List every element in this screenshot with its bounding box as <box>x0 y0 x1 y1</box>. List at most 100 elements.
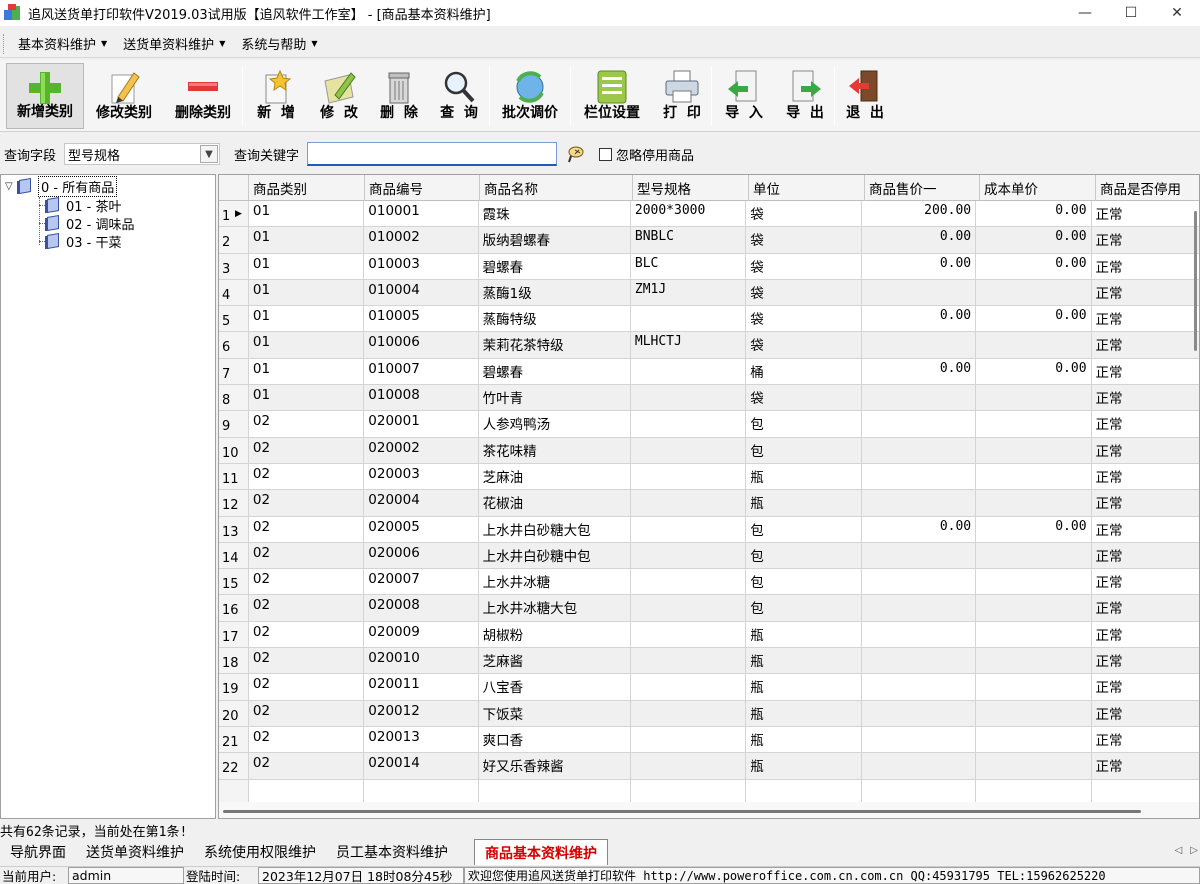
table-cell[interactable] <box>976 542 1092 569</box>
table-cell[interactable]: 正常 <box>1092 727 1199 752</box>
table-cell[interactable]: 包 <box>746 437 862 463</box>
table-cell[interactable]: 霞珠 <box>479 201 631 227</box>
table-cell[interactable] <box>631 490 747 516</box>
scroll-thumb[interactable] <box>1194 211 1197 351</box>
table-cell[interactable]: BLC <box>631 253 747 279</box>
table-row[interactable]: 3 01 010003 碧螺春 BLC 袋 0.00 0.00 正常 <box>219 253 1199 280</box>
table-cell[interactable]: BNBLC <box>631 227 747 253</box>
table-cell[interactable]: 02 <box>249 516 365 542</box>
table-cell[interactable]: 碧螺春 <box>479 358 631 385</box>
table-cell[interactable]: 0.00 <box>862 253 977 279</box>
table-cell[interactable] <box>976 463 1092 490</box>
table-row[interactable]: 19 02 020011 八宝香 瓶 正常 <box>219 674 1199 701</box>
row-number[interactable]: 20 <box>219 700 249 726</box>
table-cell[interactable]: 010008 <box>364 385 479 411</box>
column-header[interactable]: 商品名称 <box>480 175 633 201</box>
table-cell[interactable] <box>862 332 977 358</box>
table-cell[interactable]: 版纳碧螺春 <box>479 227 631 253</box>
table-cell[interactable]: 蒸酶1级 <box>479 279 631 306</box>
table-cell[interactable]: 正常 <box>1092 569 1199 594</box>
edit-category-button[interactable]: 修改类别 <box>84 63 164 129</box>
table-cell[interactable]: 上水井白砂糖中包 <box>479 542 631 569</box>
maximize-button[interactable]: ☐ <box>1108 0 1154 26</box>
query-button[interactable]: 查 询 <box>429 63 489 129</box>
table-cell[interactable]: 01 <box>249 306 365 332</box>
table-cell[interactable]: 袋 <box>746 279 862 306</box>
table-cell[interactable] <box>862 490 977 516</box>
table-row[interactable]: 16 02 020008 上水井冰糖大包 包 正常 <box>219 595 1199 622</box>
table-cell[interactable] <box>631 463 747 490</box>
column-header[interactable]: 商品类别 <box>249 175 365 201</box>
table-cell[interactable]: 01 <box>249 201 365 227</box>
table-cell[interactable]: 瓶 <box>746 753 862 779</box>
table-cell[interactable]: 02 <box>249 411 365 437</box>
table-cell[interactable] <box>862 674 977 700</box>
table-cell[interactable]: 020009 <box>364 621 479 648</box>
table-cell[interactable] <box>976 753 1092 779</box>
table-row[interactable]: 20 02 020012 下饭菜 瓶 正常 <box>219 700 1199 727</box>
table-cell[interactable] <box>976 726 1092 753</box>
table-cell[interactable]: 袋 <box>746 306 862 332</box>
row-number[interactable]: 6 <box>219 332 249 358</box>
minimize-button[interactable]: — <box>1062 0 1108 26</box>
table-cell[interactable]: 01 <box>249 385 365 411</box>
table-cell[interactable]: 芝麻酱 <box>479 648 631 674</box>
table-cell[interactable] <box>862 648 977 674</box>
ignore-disabled-checkbox[interactable] <box>599 147 613 161</box>
table-cell[interactable]: 020012 <box>364 700 479 726</box>
table-cell[interactable]: 正常 <box>1092 674 1199 699</box>
table-cell[interactable]: 02 <box>249 726 365 753</box>
edit-button[interactable]: 修 改 <box>309 63 369 129</box>
column-header[interactable]: 单位 <box>749 175 865 201</box>
table-cell[interactable]: 01 <box>249 227 365 253</box>
row-number[interactable]: 10 <box>219 437 249 463</box>
table-cell[interactable]: 袋 <box>746 227 862 253</box>
table-cell[interactable] <box>862 411 977 437</box>
tab-delivery-data[interactable]: 送货单资料维护 <box>76 839 194 865</box>
row-number[interactable]: 22 <box>219 753 249 779</box>
table-row[interactable]: 21 02 020013 爽口香 瓶 正常 <box>219 726 1199 754</box>
table-cell[interactable] <box>631 358 747 385</box>
table-cell[interactable] <box>976 279 1092 306</box>
table-cell[interactable]: 包 <box>746 542 862 569</box>
table-cell[interactable]: 正常 <box>1092 332 1199 357</box>
table-row[interactable]: 4 01 010004 蒸酶1级 ZM1J 袋 正常 <box>219 279 1199 307</box>
menu-delivery-data[interactable]: 送货单资料维护 ▼ <box>117 34 231 53</box>
table-cell[interactable] <box>862 595 977 621</box>
table-cell[interactable]: 020010 <box>364 648 479 674</box>
table-cell[interactable]: 020014 <box>364 753 479 779</box>
table-cell[interactable]: 0.00 <box>976 358 1092 385</box>
table-cell[interactable]: 02 <box>249 542 365 569</box>
column-header[interactable]: 商品售价一 <box>865 175 980 201</box>
table-cell[interactable]: 正常 <box>1092 201 1199 226</box>
table-cell[interactable]: 蒸酶特级 <box>479 306 631 332</box>
table-row[interactable]: 6 01 010006 茉莉花茶特级 MLHCTJ 袋 正常 <box>219 332 1199 359</box>
table-cell[interactable]: 正常 <box>1092 227 1199 252</box>
table-row[interactable]: 13 02 020005 上水井白砂糖大包包 0.00 0.00 正常 <box>219 516 1199 543</box>
query-keyword-input[interactable] <box>307 142 558 166</box>
query-field-select[interactable]: 型号规格 ▼ <box>64 143 221 165</box>
table-cell[interactable]: 花椒油 <box>479 490 631 516</box>
table-cell[interactable]: 01 <box>249 332 365 358</box>
table-row[interactable]: 10 02 020002 茶花味精 包 正常 <box>219 437 1199 464</box>
menu-basic-data[interactable]: 基本资料维护 ▼ <box>12 34 113 53</box>
row-number[interactable]: 16 <box>219 595 249 621</box>
table-cell[interactable]: 茶花味精 <box>479 437 631 463</box>
tree-node-tea[interactable]: 01 - 茶叶 <box>45 196 122 215</box>
table-cell[interactable]: 正常 <box>1092 648 1199 673</box>
column-header[interactable]: 商品是否停用 <box>1096 175 1199 201</box>
table-cell[interactable] <box>631 411 747 437</box>
table-cell[interactable] <box>976 332 1092 358</box>
table-cell[interactable]: 瓶 <box>746 621 862 648</box>
table-cell[interactable]: 01 <box>249 253 365 279</box>
table-row[interactable]: 12 02 020004 花椒油 瓶 正常 <box>219 490 1199 517</box>
table-cell[interactable]: 02 <box>249 621 365 648</box>
table-cell[interactable] <box>976 595 1092 621</box>
vertical-scrollbar[interactable] <box>1191 201 1199 361</box>
table-cell[interactable]: 010003 <box>364 253 479 279</box>
table-cell[interactable] <box>862 726 977 753</box>
add-category-button[interactable]: 新增类别 <box>6 63 84 129</box>
table-cell[interactable]: ZM1J <box>631 279 747 306</box>
row-number[interactable]: 1 ▶ <box>219 201 249 227</box>
column-header[interactable]: 型号规格 <box>633 175 749 201</box>
